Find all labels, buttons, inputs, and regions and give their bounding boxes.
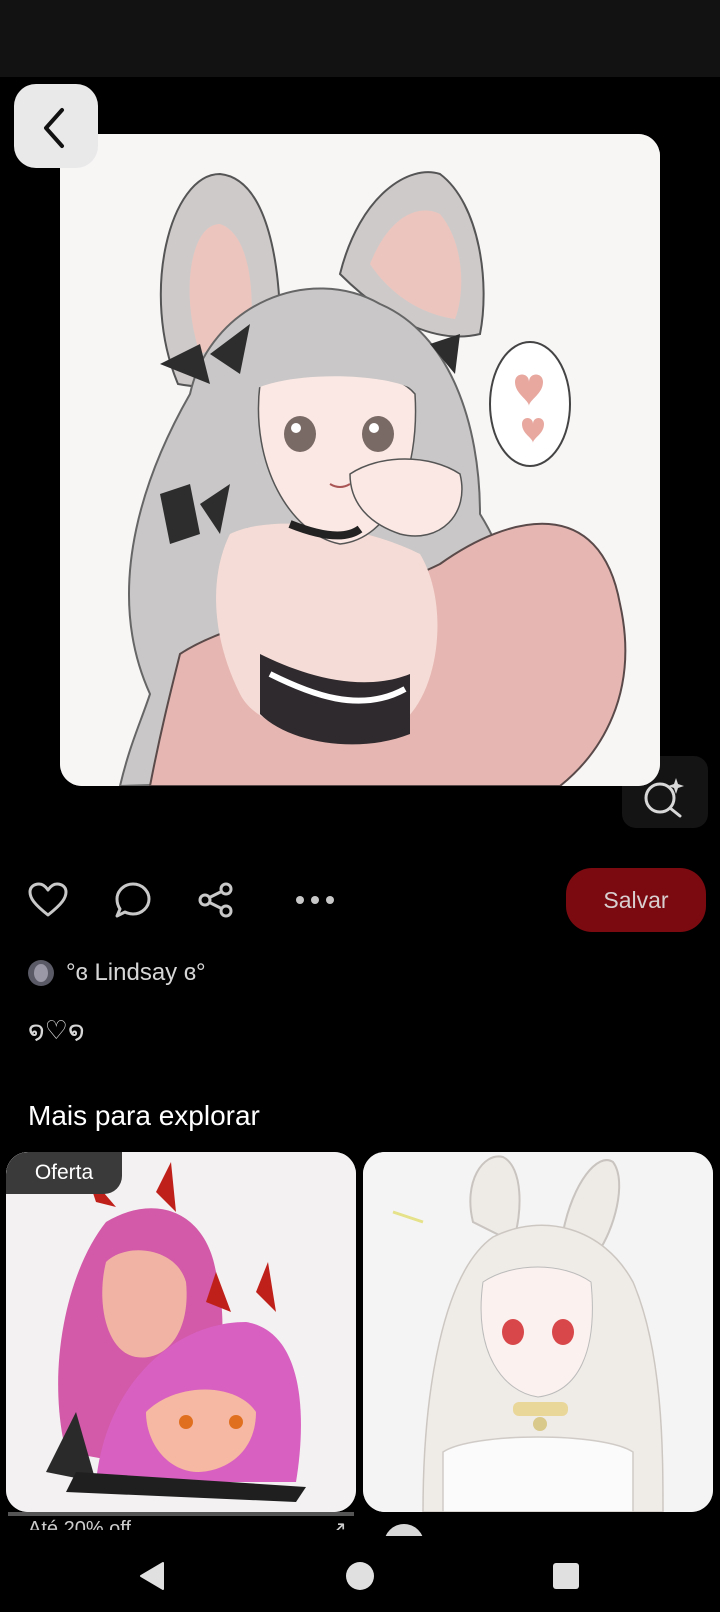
card-creator-avatar (384, 1524, 424, 1536)
creator-link[interactable]: °ɞ Lindsay ɞ° (28, 955, 206, 991)
like-button[interactable] (24, 868, 72, 932)
system-nav-bar (0, 1536, 720, 1612)
pin-image[interactable] (60, 134, 660, 786)
external-link-icon: ↗ (330, 1518, 347, 1530)
back-button[interactable] (14, 84, 98, 168)
explore-card[interactable] (363, 1152, 713, 1512)
share-icon (198, 882, 233, 918)
pin-action-row: Salvar (0, 868, 720, 932)
pin-description: ໑♡໑ (28, 1016, 85, 1046)
offer-badge: Oferta (6, 1152, 122, 1194)
creator-avatar (28, 960, 54, 986)
comment-button[interactable] (109, 868, 157, 932)
card-image (363, 1152, 713, 1512)
heart-icon (28, 882, 68, 917)
card-caption: Até 20% off (28, 1518, 132, 1530)
nav-back-icon (140, 1562, 164, 1590)
card-divider (8, 1512, 354, 1516)
nav-recents-button[interactable] (548, 1558, 584, 1594)
section-title: Mais para explorar (28, 1100, 260, 1131)
nav-back-button[interactable] (134, 1558, 170, 1594)
chevron-left-icon (44, 108, 64, 148)
pin-illustration (60, 134, 660, 786)
explore-card[interactable]: Oferta (6, 1152, 356, 1512)
share-button[interactable] (192, 868, 240, 932)
nav-home-button[interactable] (342, 1558, 378, 1594)
card-image (6, 1152, 356, 1512)
save-button[interactable]: Salvar (566, 868, 706, 932)
nav-recents-icon (553, 1563, 579, 1589)
comment-icon (115, 882, 151, 918)
more-options-button[interactable] (291, 868, 339, 932)
creator-name: °ɞ Lindsay ɞ° (66, 959, 206, 986)
status-bar (0, 0, 720, 77)
more-icon (296, 896, 334, 904)
nav-home-icon (346, 1562, 374, 1590)
